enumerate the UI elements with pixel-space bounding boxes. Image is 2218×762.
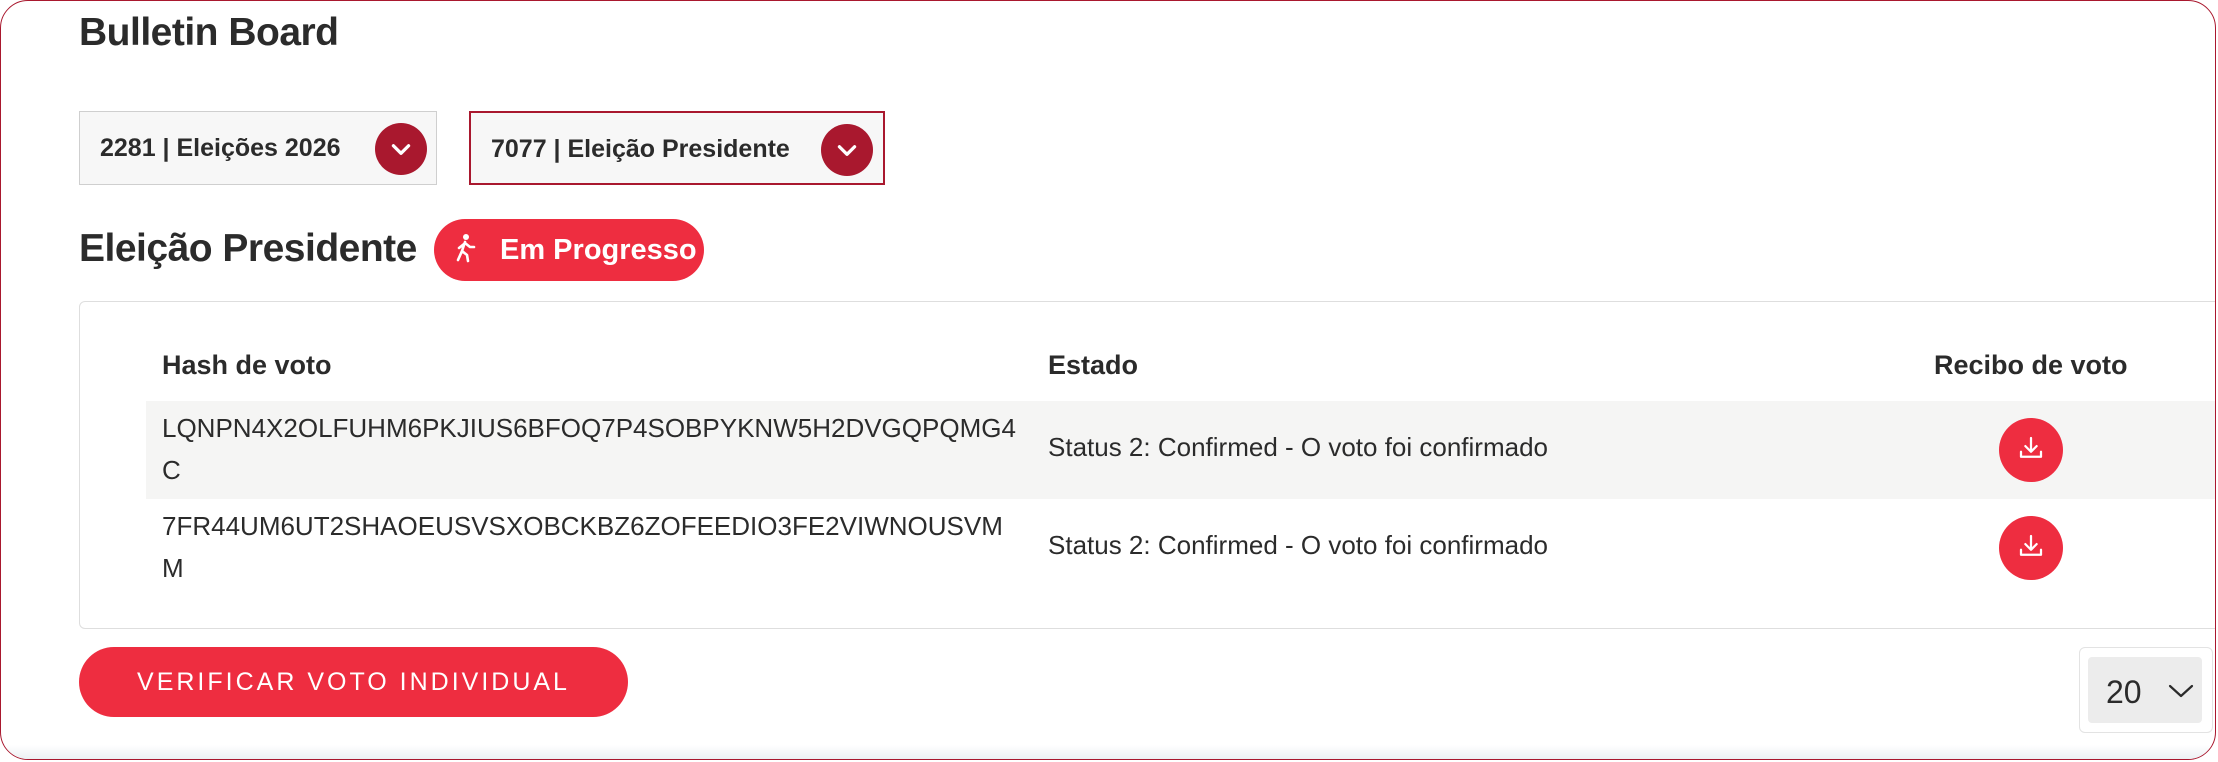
election-event-select-label: 2281 | Eleições 2026 [100,134,341,162]
download-receipt-button[interactable] [1999,516,2063,580]
column-header-status: Estado [1048,350,1139,380]
panel-bottom-edge [1,745,2215,759]
column-header-hash: Hash de voto [162,350,332,380]
page-size-select-wrapper: 20 [2079,647,2213,733]
bulletin-board-panel: Bulletin Board 2281 | Eleições 2026 7077… [0,0,2216,760]
status-badge: Em Progresso [434,219,704,281]
election-title: Eleição Presidente [79,227,417,270]
election-select[interactable]: 7077 | Eleição Presidente [469,111,885,185]
column-header-receipt: Recibo de voto [1934,350,2128,380]
vote-hash: LQNPN4X2OLFUHM6PKJIUS6BFOQ7P4SOBPYKNW5H2… [162,413,1016,485]
table-row: LQNPN4X2OLFUHM6PKJIUS6BFOQ7P4SOBPYKNW5H2… [146,401,2215,499]
download-receipt-button[interactable] [1999,418,2063,482]
election-event-select[interactable]: 2281 | Eleições 2026 [79,111,437,185]
election-select-label: 7077 | Eleição Presidente [491,135,790,163]
page-size-select[interactable]: 20 [2088,657,2202,723]
chevron-down-icon[interactable] [821,124,873,176]
vote-status: Status 2: Confirmed - O voto foi confirm… [1048,432,1548,462]
download-icon [2016,433,2046,468]
status-badge-label: Em Progresso [500,233,697,266]
votes-table: Hash de voto Estado Recibo de voto LQNPN… [79,301,2215,629]
page-title: Bulletin Board [79,11,339,54]
verify-individual-vote-button[interactable]: VERIFICAR VOTO INDIVIDUAL [79,647,628,717]
table-row: 7FR44UM6UT2SHAOEUSVSXOBCKBZ6ZOFEEDIO3FE2… [146,499,2215,597]
vote-status: Status 2: Confirmed - O voto foi confirm… [1048,530,1548,560]
chevron-down-icon[interactable] [375,123,427,175]
page-size-value: 20 [2106,674,2142,710]
chevron-down-icon [2168,683,2194,704]
walking-person-icon [452,233,478,268]
vote-hash: 7FR44UM6UT2SHAOEUSVSXOBCKBZ6ZOFEEDIO3FE2… [162,511,1003,583]
download-icon [2016,531,2046,566]
